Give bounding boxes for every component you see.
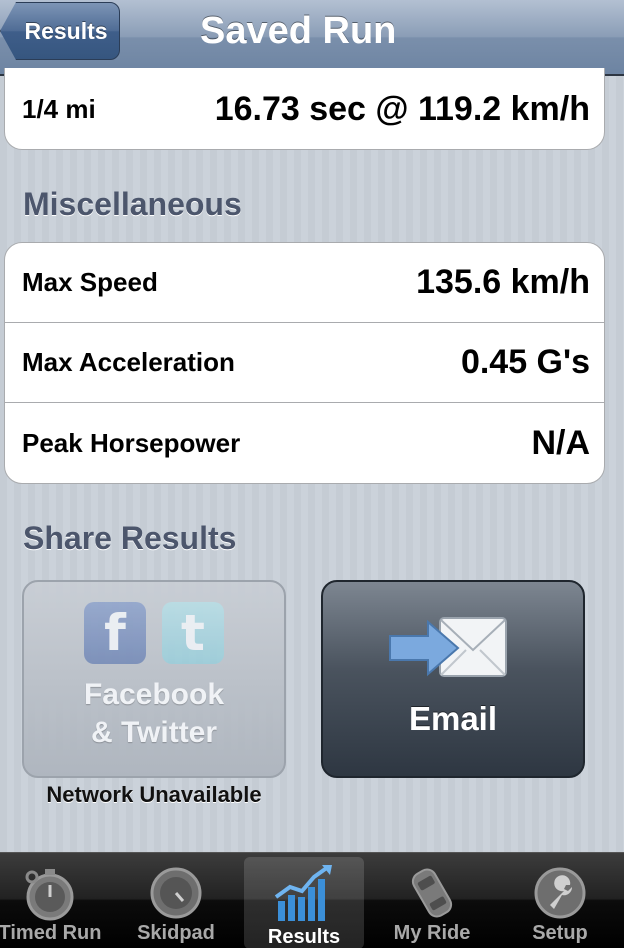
row-value: 0.45 G's xyxy=(460,343,590,381)
gauge-icon xyxy=(150,867,202,919)
miscellaneous-group: Max Speed 135.6 km/h Max Acceleration 0.… xyxy=(4,242,605,484)
run-times-group: 1/4 mi 16.73 sec @ 119.2 km/h xyxy=(4,68,605,150)
social-label-line1: Facebook xyxy=(83,678,225,711)
social-label-line2: & Twitter xyxy=(90,716,218,749)
car-icon xyxy=(411,868,453,918)
row-label: Peak Horsepower xyxy=(22,427,241,458)
tab-bar: Timed Run Skidpad Results My Ride Setup xyxy=(0,852,624,948)
table-row: Peak Horsepower N/A xyxy=(5,403,604,483)
section-header-share-results: Share Results xyxy=(23,520,237,556)
stopwatch-icon xyxy=(25,869,74,921)
page-title: Saved Run xyxy=(200,9,397,52)
row-label: 1/4 mi xyxy=(22,93,96,124)
row-value: 16.73 sec @ 119.2 km/h xyxy=(214,89,590,128)
tab-label: Setup xyxy=(532,922,588,944)
tab-skidpad[interactable]: Skidpad xyxy=(116,853,236,948)
email-button[interactable]: Email xyxy=(321,580,585,778)
row-label: Max Speed xyxy=(22,267,158,297)
tab-timed-run[interactable]: Timed Run xyxy=(0,853,110,948)
social-button-label: Facebook & Twitter xyxy=(84,676,224,752)
facebook-twitter-button[interactable]: f t Facebook & Twitter xyxy=(22,580,286,778)
social-icons: f t xyxy=(84,602,224,664)
row-value: N/A xyxy=(531,423,590,462)
table-row: Max Speed 135.6 km/h xyxy=(5,243,604,323)
section-header-miscellaneous: Miscellaneous xyxy=(23,186,242,222)
tab-label: Timed Run xyxy=(0,922,102,944)
tab-my-ride[interactable]: My Ride xyxy=(372,853,492,948)
table-row: 1/4 mi 16.73 sec @ 119.2 km/h xyxy=(5,68,604,149)
tab-results[interactable]: Results xyxy=(244,857,364,948)
network-status-label: Network Unavailable xyxy=(46,782,262,807)
wrench-icon xyxy=(534,867,586,919)
tab-setup[interactable]: Setup xyxy=(500,853,620,948)
bar-chart-icon xyxy=(274,865,332,921)
row-value: 135.6 km/h xyxy=(416,263,590,301)
email-icon xyxy=(389,617,507,677)
table-row: Max Acceleration 0.45 G's xyxy=(5,323,604,403)
email-button-label: Email xyxy=(408,700,498,737)
tab-label: My Ride xyxy=(393,922,471,944)
tab-label: Skidpad xyxy=(137,922,215,944)
tab-label: Results xyxy=(267,926,341,948)
row-label: Max Acceleration xyxy=(22,347,235,377)
facebook-icon: f xyxy=(84,602,146,664)
back-button[interactable]: Results xyxy=(0,2,120,60)
navigation-bar: Results Saved Run xyxy=(0,0,624,76)
twitter-icon: t xyxy=(162,602,224,664)
